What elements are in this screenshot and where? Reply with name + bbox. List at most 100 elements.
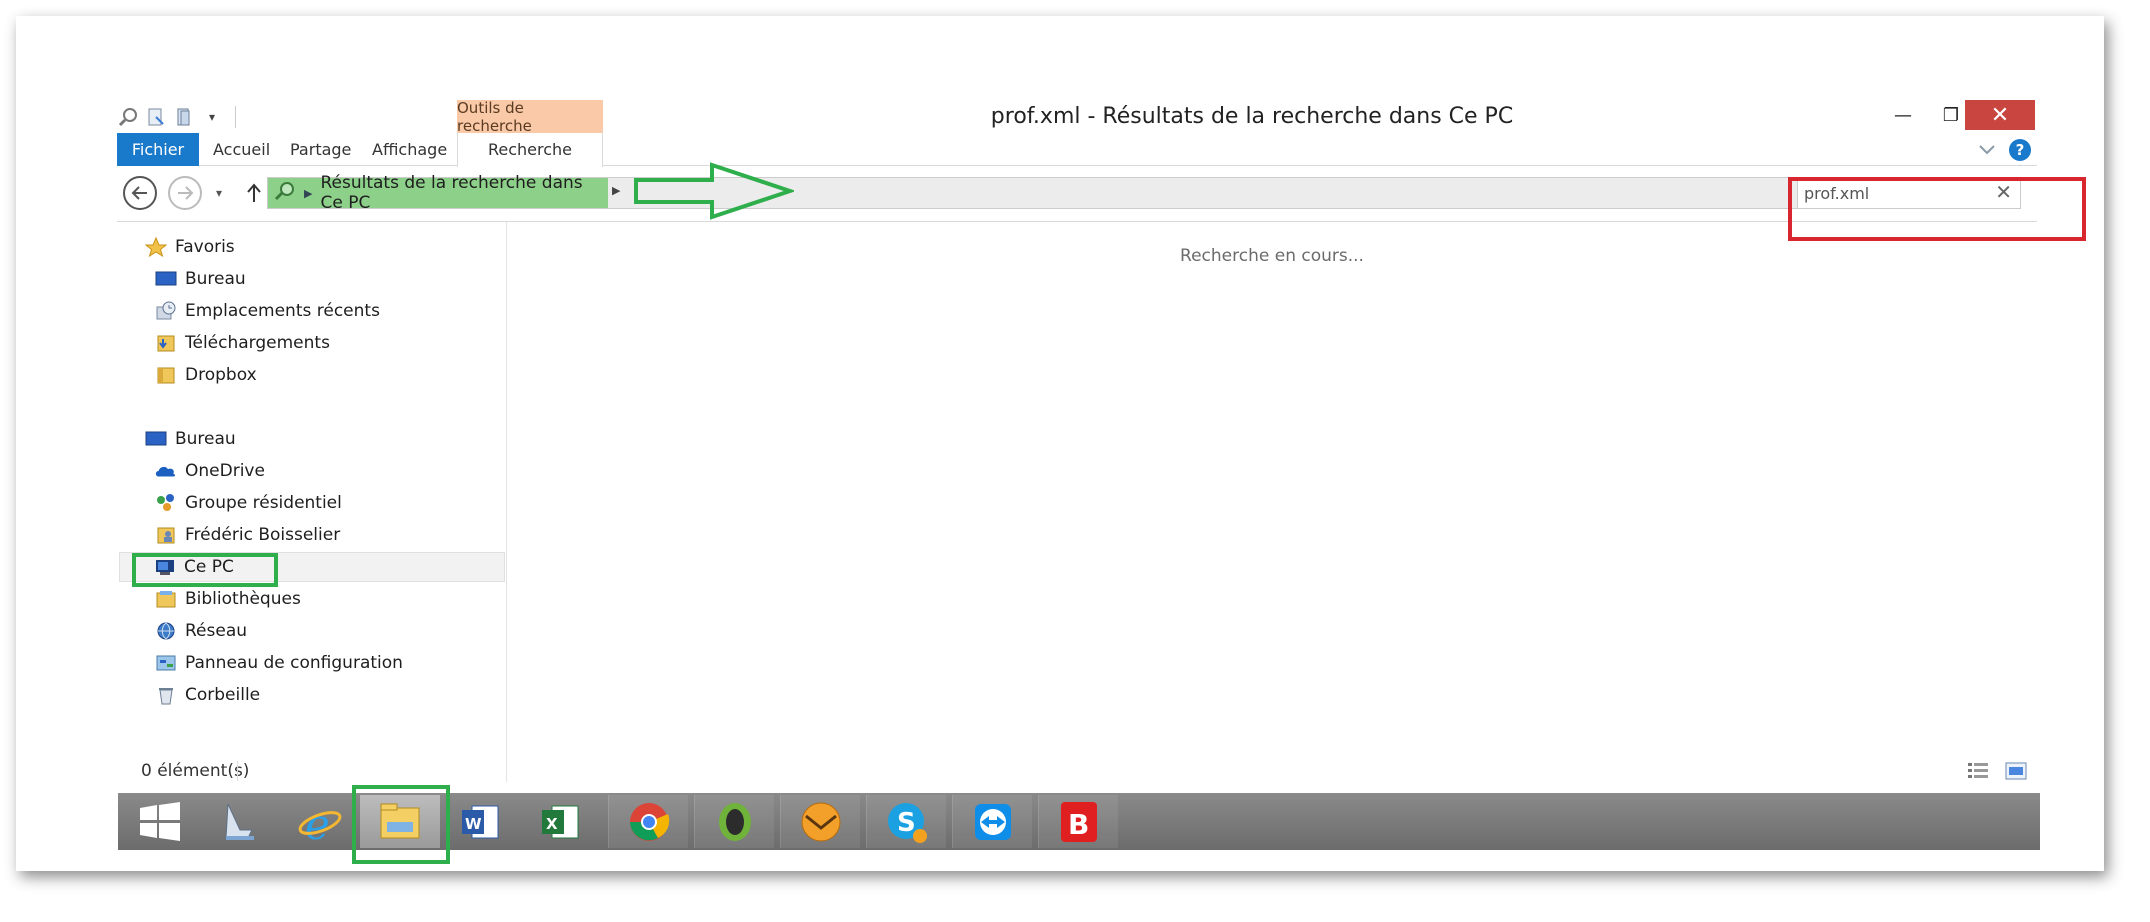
star-icon (145, 237, 167, 257)
sidebar-item-label: Emplacements récents (185, 301, 380, 321)
annotation-highlight-search-box (1788, 177, 2086, 241)
svg-text:e: e (305, 800, 330, 845)
sidebar-item-frederic-boisselier[interactable]: Frédéric Boisselier (155, 520, 340, 550)
sidebar-item-telechargements[interactable]: Téléchargements (155, 328, 330, 358)
teamviewer-icon (974, 803, 1011, 840)
chrome-icon (629, 802, 669, 841)
network-icon (155, 621, 177, 641)
status-separator (237, 761, 238, 781)
back-arrow-icon (131, 186, 147, 200)
dropbox-folder-icon (155, 365, 177, 385)
homegroup-icon (155, 493, 177, 513)
new-folder-icon[interactable] (173, 106, 195, 128)
sidebar-item-groupe-residentiel[interactable]: Groupe résidentiel (155, 488, 342, 518)
tab-recherche[interactable]: Recherche (457, 133, 603, 167)
control-panel-icon (155, 653, 177, 673)
qat-separator (235, 105, 236, 128)
back-button[interactable] (123, 176, 157, 210)
sidebar-item-label: Panneau de configuration (185, 653, 403, 673)
sidebar-item-label: Réseau (185, 621, 248, 641)
up-button[interactable] (237, 176, 271, 210)
navigation-bar: ▾ ▶ Résultats de la recherche dans Ce PC… (117, 166, 2037, 222)
excel-icon: X (542, 805, 579, 838)
item-count: 0 élément(s) (141, 761, 250, 781)
breadcrumb-chevron-icon[interactable]: ▶ (304, 187, 312, 200)
forward-button[interactable] (168, 176, 202, 210)
sidebar-item-label: Favoris (175, 237, 235, 257)
minimize-button[interactable]: — (1879, 100, 1927, 130)
details-view-icon[interactable] (1967, 761, 1989, 781)
sidebar-item-emplacements-recents[interactable]: Emplacements récents (155, 296, 380, 326)
window-title: prof.xml - Résultats de la recherche dan… (990, 104, 1514, 129)
sidebar-item-panneau-de-configuration[interactable]: Panneau de configuration (155, 648, 403, 678)
annotation-highlight-ce-pc (132, 553, 278, 587)
sidebar-item-bureau-favori[interactable]: Bureau (155, 264, 246, 294)
breadcrumb-item[interactable]: Résultats de la recherche dans Ce PC (320, 173, 608, 213)
sidebar-item-bibliotheques[interactable]: Bibliothèques (155, 584, 301, 614)
sidebar-item-label: Frédéric Boisselier (185, 525, 341, 545)
desktop-icon (145, 429, 167, 449)
customize-qat-icon[interactable]: ▾ (201, 106, 223, 128)
up-arrow-icon (247, 183, 261, 202)
svg-text:B: B (1068, 808, 1089, 841)
mail-client-icon (801, 802, 840, 841)
tab-affichage[interactable]: Affichage (372, 133, 447, 166)
sidebar-item-reseau[interactable]: Réseau (155, 616, 247, 646)
sidebar-item-bureau[interactable]: Bureau (145, 424, 236, 454)
search-icon[interactable] (117, 106, 139, 128)
properties-icon[interactable] (145, 106, 167, 128)
status-bar: 0 élément(s) (117, 755, 2037, 787)
expand-ribbon-icon[interactable] (1977, 139, 1999, 161)
user-folder-icon (155, 525, 177, 545)
large-icons-view-icon[interactable] (2005, 761, 2027, 781)
taskbar-excel[interactable]: X (520, 795, 600, 848)
tab-partage[interactable]: Partage (290, 133, 351, 166)
green-o-app-icon (718, 802, 751, 841)
search-tools-context-tab[interactable]: Outils de recherche (457, 99, 603, 135)
help-icon[interactable]: ? (2009, 139, 2031, 161)
address-bar[interactable]: ▶ Résultats de la recherche dans Ce PC ▶ (267, 173, 1859, 213)
sidebar-item-label: Bibliothèques (185, 589, 301, 609)
taskbar-teamviewer[interactable] (952, 795, 1032, 848)
start-button[interactable] (120, 795, 200, 848)
onedrive-icon (155, 461, 177, 481)
sidebar-item-onedrive[interactable]: OneDrive (155, 456, 265, 486)
windows-logo-icon (140, 801, 180, 841)
taskbar-emclient[interactable] (780, 795, 860, 848)
navigation-pane: Favoris Bureau Emplacements récents Télé… (117, 222, 507, 782)
tab-accueil[interactable]: Accueil (213, 133, 270, 166)
close-button[interactable]: ✕ (1965, 100, 2035, 130)
ribbon-tabs: Fichier Accueil Partage Affichage Recher… (117, 133, 2037, 167)
breadcrumb[interactable]: ▶ Résultats de la recherche dans Ce PC (268, 173, 608, 213)
taskbar-word[interactable]: W (440, 795, 520, 848)
taskbar-bitdefender[interactable]: B (1038, 795, 1118, 848)
internet-explorer-icon: e (298, 800, 342, 845)
sidebar-item-label: OneDrive (185, 461, 265, 481)
file-list-area[interactable]: Recherche en cours... (507, 222, 2037, 782)
title-bar: ▾ Outils de recherche prof.xml - Résulta… (117, 99, 2037, 135)
sidebar-item-corbeille[interactable]: Corbeille (155, 680, 260, 710)
taskbar-app-o[interactable] (694, 795, 774, 848)
sidebar-item-favoris[interactable]: Favoris (145, 232, 235, 262)
annotation-highlight-explorer-taskbar (352, 785, 450, 864)
breadcrumb-chevron-icon[interactable]: ▶ (612, 184, 620, 197)
taskbar-internet-explorer[interactable]: e (280, 795, 360, 848)
recent-locations-button[interactable]: ▾ (211, 176, 227, 210)
sidebar-item-label: Téléchargements (185, 333, 330, 353)
quick-access-toolbar: ▾ (117, 100, 236, 133)
forward-arrow-icon (178, 186, 194, 200)
taskbar-scanner[interactable] (200, 795, 280, 848)
scanner-icon (225, 803, 254, 840)
downloads-folder-icon (155, 333, 177, 353)
tab-fichier[interactable]: Fichier (117, 133, 199, 166)
sidebar-item-label: Corbeille (185, 685, 261, 705)
searching-status: Recherche en cours... (1180, 246, 1364, 266)
desktop-icon (155, 269, 177, 289)
sidebar-item-dropbox[interactable]: Dropbox (155, 360, 257, 390)
taskbar-chrome[interactable] (608, 795, 688, 848)
svg-text:W: W (465, 815, 482, 833)
recent-places-icon (155, 301, 177, 321)
sidebar-item-label: Dropbox (185, 365, 257, 385)
taskbar-skype[interactable]: S (866, 795, 946, 848)
sidebar-item-label: Bureau (185, 269, 246, 289)
